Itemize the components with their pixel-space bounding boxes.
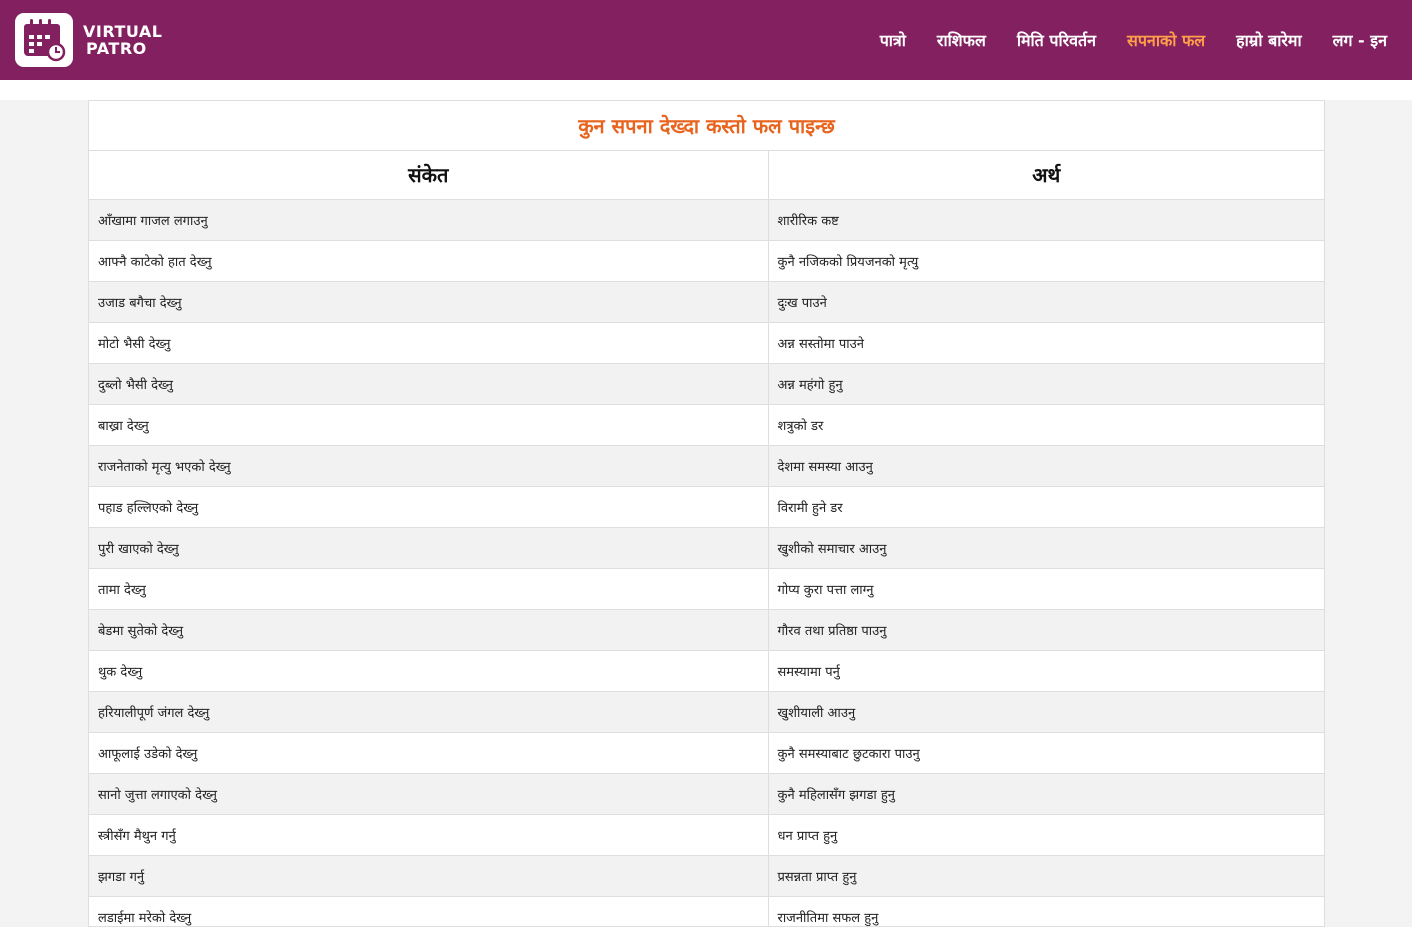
nav-dream-meaning[interactable]: सपनाको फल (1127, 29, 1205, 51)
dream-meaning-cell: राजनीतिमा सफल हुनु (767, 896, 1324, 926)
top-navbar: VIRTUAL PATRO पात्रो राशिफल मिति परिवर्त… (0, 0, 1412, 80)
dream-sign-cell: लडाईमा मरेको देख्नु (89, 896, 768, 926)
table-title: कुन सपना देख्दा कस्तो फल पाइन्छ (89, 101, 1324, 151)
table-row: तामा देख्नु गोप्य कुरा पत्ता लाग्नु (89, 568, 1324, 610)
brand-logo-link[interactable]: VIRTUAL PATRO (15, 13, 162, 67)
dream-sign-cell: पहाड हल्लिएको देख्नु (89, 486, 768, 528)
nav-rashifal[interactable]: राशिफल (937, 29, 986, 51)
dream-sign-cell: आफ्नै काटेको हात देख्नु (89, 240, 768, 282)
brand-line2: PATRO (86, 39, 147, 58)
dream-sign-cell: हरियालीपूर्ण जंगल देख्नु (89, 691, 768, 733)
dream-sign-cell: मोटो भैसी देख्नु (89, 322, 768, 364)
dream-sign-cell: पुरी खाएको देख्नु (89, 527, 768, 569)
dream-sign-cell: तामा देख्नु (89, 568, 768, 610)
table-row: पुरी खाएको देख्नु खुशीको समाचार आउनु (89, 527, 1324, 569)
dream-meaning-cell: दुःख पाउने (767, 281, 1324, 323)
dream-sign-cell: बेडमा सुतेको देख्नु (89, 609, 768, 651)
table-row: हरियालीपूर्ण जंगल देख्नु खुशीयाली आउनु (89, 691, 1324, 733)
dream-meaning-cell: समस्यामा पर्नु (767, 650, 1324, 692)
column-header-sign: संकेत (89, 150, 768, 200)
dream-sign-cell: सानो जुत्ता लगाएको देख्नु (89, 773, 768, 815)
brand-line1: VIRTUAL (83, 22, 163, 41)
column-header-meaning: अर्थ (767, 150, 1324, 200)
dream-sign-cell: दुब्लो भैसी देख्नु (89, 363, 768, 405)
table-row: सानो जुत्ता लगाएको देख्नु कुनै महिलासँग झ… (89, 773, 1324, 815)
dream-meaning-cell: शत्रुको डर (767, 404, 1324, 446)
table-row: उजाड बगैचा देख्नु दुःख पाउने (89, 281, 1324, 323)
dream-meaning-cell: गौरव तथा प्रतिष्ठा पाउनु (767, 609, 1324, 651)
dream-meaning-cell: अन्न सस्तोमा पाउने (767, 322, 1324, 364)
table-row: दुब्लो भैसी देख्नु अन्न महंगो हुनु (89, 363, 1324, 405)
dream-sign-cell: बाख्रा देख्नु (89, 404, 768, 446)
dream-meaning-cell: देशमा समस्या आउनु (767, 445, 1324, 487)
table-row: बाख्रा देख्नु शत्रुको डर (89, 404, 1324, 446)
dream-meaning-cell: अन्न महंगो हुनु (767, 363, 1324, 405)
dream-meaning-cell: विरामी हुने डर (767, 486, 1324, 528)
dream-sign-cell: राजनेताको मृत्यु भएको देख्नु (89, 445, 768, 487)
dream-meaning-table: कुन सपना देख्दा कस्तो फल पाइन्छ संकेत अर… (89, 101, 1324, 926)
table-row: थुक देख्नु समस्यामा पर्नु (89, 650, 1324, 692)
calendar-logo-icon (15, 13, 73, 67)
dream-sign-cell: थुक देख्नु (89, 650, 768, 692)
main-nav: पात्रो राशिफल मिति परिवर्तन सपनाको फल हा… (849, 29, 1387, 51)
dream-meaning-cell: कुनै नजिकको प्रियजनको मृत्यु (767, 240, 1324, 282)
dream-meaning-cell: धन प्राप्त हुनु (767, 814, 1324, 856)
dream-sign-cell: आफूलाई उडेको देख्नु (89, 732, 768, 774)
header-spacer (0, 80, 1412, 100)
dream-sign-cell: स्त्रीसँग मैथुन गर्नु (89, 814, 768, 856)
table-row: मोटो भैसी देख्नु अन्न सस्तोमा पाउने (89, 322, 1324, 364)
dream-meaning-cell: खुशीको समाचार आउनु (767, 527, 1324, 569)
table-header-row: संकेत अर्थ (89, 150, 1324, 200)
nav-patro[interactable]: पात्रो (880, 29, 906, 51)
dream-meaning-cell: खुशीयाली आउनु (767, 691, 1324, 733)
dream-sign-cell: उजाड बगैचा देख्नु (89, 281, 768, 323)
nav-date-converter[interactable]: मिति परिवर्तन (1017, 29, 1096, 51)
dream-meaning-cell: गोप्य कुरा पत्ता लाग्नु (767, 568, 1324, 610)
table-row: झगडा गर्नु प्रसन्नता प्राप्त हुनु (89, 855, 1324, 897)
table-row: राजनेताको मृत्यु भएको देख्नु देशमा समस्या… (89, 445, 1324, 487)
nav-login[interactable]: लग - इन (1333, 29, 1387, 51)
dream-sign-cell: आँखामा गाजल लगाउनु (89, 199, 768, 241)
nav-about-us[interactable]: हाम्रो बारेमा (1236, 29, 1301, 51)
brand-name: VIRTUAL PATRO (83, 23, 162, 57)
dream-meaning-cell: कुनै महिलासँग झगडा हुनु (767, 773, 1324, 815)
table-title-row: कुन सपना देख्दा कस्तो फल पाइन्छ (89, 101, 1324, 151)
dream-meaning-cell: कुनै समस्याबाट छुटकारा पाउनु (767, 732, 1324, 774)
table-row: लडाईमा मरेको देख्नु राजनीतिमा सफल हुनु (89, 896, 1324, 926)
table-row: बेडमा सुतेको देख्नु गौरव तथा प्रतिष्ठा पा… (89, 609, 1324, 651)
dream-meaning-cell: प्रसन्नता प्राप्त हुनु (767, 855, 1324, 897)
table-row: स्त्रीसँग मैथुन गर्नु धन प्राप्त हुनु (89, 814, 1324, 856)
table-row: आफूलाई उडेको देख्नु कुनै समस्याबाट छुटकार… (89, 732, 1324, 774)
dream-meaning-cell: शारीरिक कष्ट (767, 199, 1324, 241)
dream-table-container: कुन सपना देख्दा कस्तो फल पाइन्छ संकेत अर… (88, 100, 1325, 927)
dream-sign-cell: झगडा गर्नु (89, 855, 768, 897)
table-row: आँखामा गाजल लगाउनु शारीरिक कष्ट (89, 199, 1324, 241)
table-row: आफ्नै काटेको हात देख्नु कुनै नजिकको प्रिय… (89, 240, 1324, 282)
table-row: पहाड हल्लिएको देख्नु विरामी हुने डर (89, 486, 1324, 528)
